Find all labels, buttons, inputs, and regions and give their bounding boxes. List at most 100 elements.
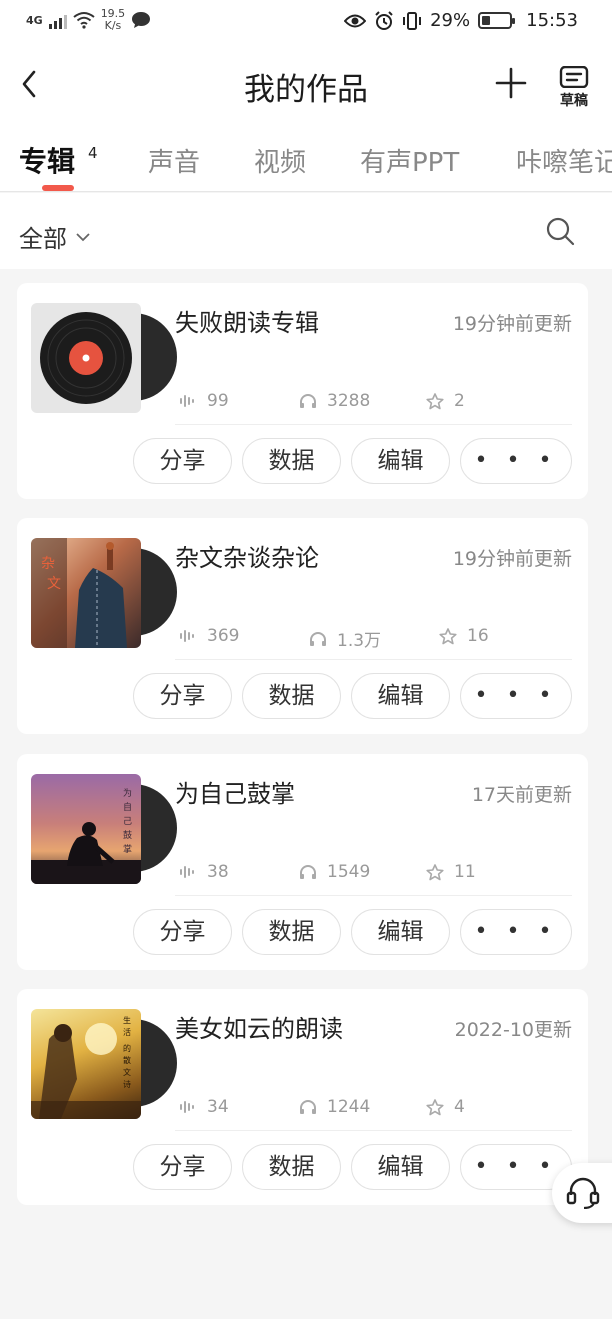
track-count: 99 bbox=[179, 391, 229, 411]
subscribe-count: 2 bbox=[426, 391, 465, 411]
cover-image-vinyl bbox=[31, 303, 141, 413]
album-updated-time: 2022-10更新 bbox=[454, 1019, 572, 1041]
tab-snap-notes[interactable]: 咔嚓笔记 bbox=[516, 142, 612, 179]
share-button[interactable]: 分享 bbox=[133, 1144, 232, 1190]
edit-button[interactable]: 编辑 bbox=[351, 1144, 450, 1190]
edit-button[interactable]: 编辑 bbox=[351, 438, 450, 484]
svg-text:文: 文 bbox=[47, 576, 61, 592]
svg-text:杂: 杂 bbox=[41, 556, 55, 572]
battery-icon bbox=[478, 12, 516, 29]
more-button[interactable]: • • • bbox=[460, 909, 572, 955]
track-count: 34 bbox=[179, 1097, 229, 1117]
svg-text:的: 的 bbox=[123, 1043, 131, 1053]
album-cover[interactable]: 杂 文 bbox=[31, 538, 177, 648]
subscribe-count-value: 11 bbox=[454, 862, 476, 882]
subscribe-count: 11 bbox=[426, 862, 476, 882]
album-updated-time: 19分钟前更新 bbox=[452, 548, 572, 570]
album-stats: 369 1.3万 16 bbox=[179, 626, 574, 651]
star-icon bbox=[426, 863, 444, 880]
album-stats: 38 1549 11 bbox=[179, 862, 574, 886]
alarm-icon bbox=[375, 10, 393, 30]
album-title[interactable]: 为自己鼓掌 bbox=[175, 774, 295, 809]
svg-text:文: 文 bbox=[123, 1067, 131, 1077]
edit-button[interactable]: 编辑 bbox=[351, 673, 450, 719]
audio-wave-icon bbox=[180, 395, 194, 407]
chevron-down-icon bbox=[76, 232, 90, 241]
draft-button[interactable]: 草稿 bbox=[556, 65, 592, 109]
album-title[interactable]: 失败朗读专辑 bbox=[175, 303, 319, 338]
search-icon[interactable] bbox=[544, 215, 576, 247]
share-button[interactable]: 分享 bbox=[133, 673, 232, 719]
divider bbox=[175, 895, 572, 896]
more-button[interactable]: • • • bbox=[460, 438, 572, 484]
album-cover[interactable]: 生活的散文诗 bbox=[31, 1009, 177, 1119]
headphones-icon bbox=[300, 865, 316, 879]
filter-label: 全部 bbox=[19, 225, 67, 253]
share-button[interactable]: 分享 bbox=[133, 438, 232, 484]
battery-percent: 29% bbox=[430, 10, 471, 31]
album-card[interactable]: 失败朗读专辑 19分钟前更新 99 3288 2 分享 数据 编辑 • • • bbox=[17, 283, 588, 499]
headphones-icon bbox=[300, 394, 316, 408]
vibrate-icon bbox=[403, 11, 422, 30]
album-card[interactable]: 杂 文 杂文杂谈杂论 19分钟前更新 369 1.3万 16 分享 数据 编辑 … bbox=[17, 518, 588, 734]
add-icon[interactable] bbox=[494, 66, 528, 100]
content-tabs: 专辑 4 声音 视频 有声PPT 咔嚓笔记 bbox=[0, 128, 612, 192]
album-title[interactable]: 美女如云的朗读 bbox=[175, 1009, 343, 1044]
filter-bar: 全部 bbox=[0, 193, 612, 269]
data-button[interactable]: 数据 bbox=[242, 438, 341, 484]
album-updated-time: 19分钟前更新 bbox=[452, 313, 572, 335]
star-icon bbox=[426, 1098, 444, 1115]
cover-image-mannequin: 杂 文 bbox=[31, 538, 141, 648]
svg-text:诗: 诗 bbox=[123, 1079, 131, 1089]
track-count: 369 bbox=[179, 626, 239, 646]
play-count: 3288 bbox=[299, 391, 370, 411]
data-button[interactable]: 数据 bbox=[242, 1144, 341, 1190]
svg-text:生: 生 bbox=[123, 1015, 131, 1025]
eye-icon bbox=[344, 14, 367, 27]
svg-text:自: 自 bbox=[123, 801, 132, 813]
album-card[interactable]: 为自己鼓掌 为自己鼓掌 17天前更新 38 1549 11 分享 数据 编辑 •… bbox=[17, 754, 588, 970]
draft-label: 草稿 bbox=[560, 93, 588, 109]
customer-service-button[interactable] bbox=[552, 1163, 612, 1223]
headphones-icon bbox=[300, 1100, 316, 1114]
star-icon bbox=[426, 392, 444, 409]
tab-video[interactable]: 视频 bbox=[254, 142, 306, 179]
tab-albums[interactable]: 专辑 bbox=[19, 140, 75, 180]
album-cover[interactable] bbox=[31, 303, 177, 413]
play-count-value: 1549 bbox=[327, 862, 371, 882]
subscribe-count: 16 bbox=[439, 626, 489, 646]
more-button[interactable]: • • • bbox=[460, 673, 572, 719]
top-navigation: 我的作品 草稿 bbox=[0, 44, 612, 128]
clock: 15:53 bbox=[526, 10, 578, 31]
draft-icon bbox=[559, 65, 589, 89]
album-stats: 34 1244 4 bbox=[179, 1097, 574, 1121]
share-button[interactable]: 分享 bbox=[133, 909, 232, 955]
svg-text:己: 己 bbox=[123, 816, 132, 827]
data-button[interactable]: 数据 bbox=[242, 909, 341, 955]
tab-audio-ppt[interactable]: 有声PPT bbox=[360, 142, 459, 179]
wifi-icon bbox=[73, 12, 95, 29]
network-speed: 19.5 K/s bbox=[101, 8, 126, 32]
edit-button[interactable]: 编辑 bbox=[351, 909, 450, 955]
speed-unit: K/s bbox=[104, 19, 122, 32]
filter-dropdown[interactable]: 全部 bbox=[19, 219, 91, 254]
tab-audio[interactable]: 声音 bbox=[148, 142, 200, 179]
star-icon bbox=[439, 627, 457, 644]
svg-text:为: 为 bbox=[123, 787, 132, 799]
play-count: 1244 bbox=[299, 1097, 370, 1117]
play-count-value: 1244 bbox=[327, 1097, 371, 1117]
album-cover[interactable]: 为自己鼓掌 bbox=[31, 774, 177, 884]
subscribe-count: 4 bbox=[426, 1097, 465, 1117]
data-button[interactable]: 数据 bbox=[242, 673, 341, 719]
play-count-value: 3288 bbox=[327, 391, 371, 411]
album-card[interactable]: 生活的散文诗 美女如云的朗读 2022-10更新 34 1244 4 分享 数据… bbox=[17, 989, 588, 1205]
message-icon bbox=[132, 12, 151, 28]
network-type: 4G bbox=[26, 13, 43, 27]
divider bbox=[175, 659, 572, 660]
album-title[interactable]: 杂文杂谈杂论 bbox=[175, 538, 319, 573]
svg-text:散: 散 bbox=[123, 1055, 131, 1065]
audio-wave-icon bbox=[180, 630, 194, 642]
audio-wave-icon bbox=[180, 866, 194, 878]
divider bbox=[175, 1130, 572, 1131]
subscribe-count-value: 2 bbox=[454, 391, 465, 411]
